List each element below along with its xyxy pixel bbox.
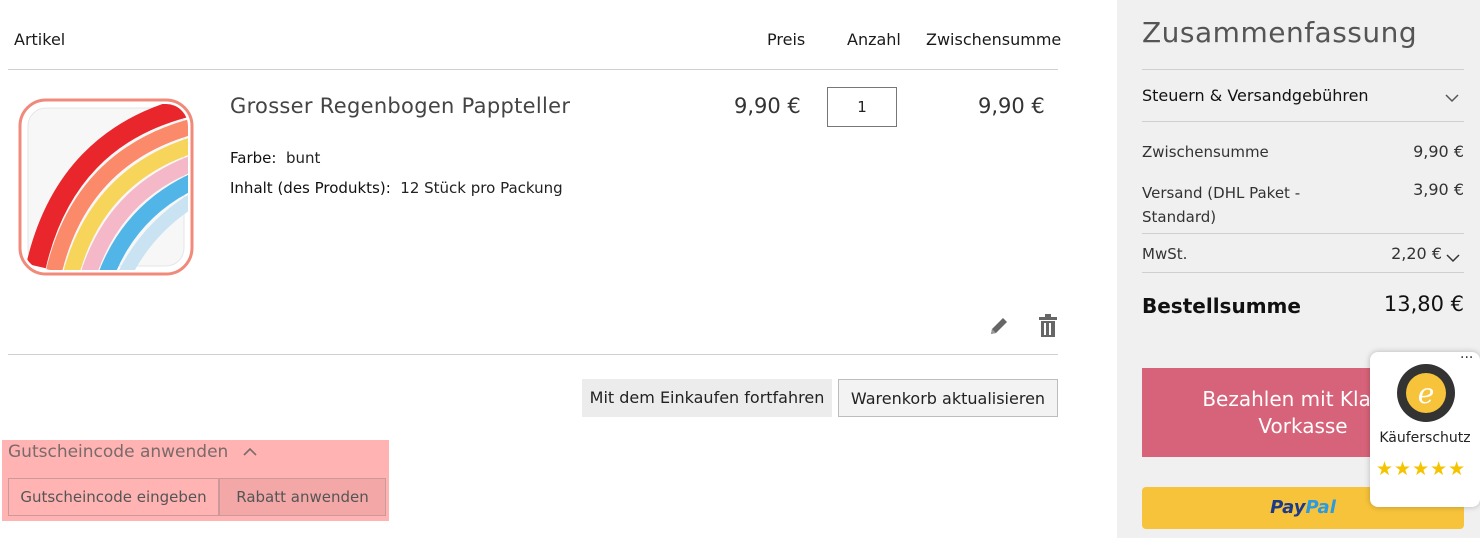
quantity-input[interactable]: 1 (827, 87, 897, 127)
update-cart-button[interactable]: Warenkorb aktualisieren (838, 379, 1058, 417)
chevron-down-icon[interactable] (1446, 248, 1460, 267)
more-icon[interactable]: ··· (1460, 350, 1473, 366)
product-option-content: Inhalt (des Produkts): 12 Stück pro Pack… (230, 179, 563, 197)
edit-icon[interactable] (988, 315, 1010, 341)
summary-subtotal-value: 9,90 € (1413, 142, 1464, 161)
apply-discount-button[interactable]: Rabatt anwenden (219, 478, 386, 516)
coupon-title: Gutscheincode anwenden (8, 442, 229, 462)
option-label: Inhalt (des Produkts): (230, 179, 391, 197)
chevron-up-icon (242, 442, 258, 462)
divider (8, 69, 1058, 70)
order-total-label: Bestellsumme (1142, 294, 1301, 318)
shipping-label-line: Versand (DHL Paket - (1142, 184, 1301, 202)
coupon-toggle[interactable]: Gutscheincode anwenden (8, 442, 258, 462)
divider (1142, 69, 1464, 70)
divider (1142, 272, 1464, 273)
summary-vat-value: 2,20 € (1391, 244, 1442, 263)
product-name[interactable]: Grosser Regenbogen Pappteller (230, 94, 570, 118)
summary-shipping-value: 3,90 € (1413, 180, 1464, 199)
product-option-color: Farbe: bunt (230, 149, 320, 167)
continue-shopping-button[interactable]: Mit dem Einkaufen fortfahren (582, 379, 832, 417)
option-label: Farbe: (230, 149, 277, 167)
item-price: 9,90 € (734, 94, 801, 118)
shipping-label-line: Standard) (1142, 208, 1217, 226)
paypal-logo: PayPal (1270, 497, 1336, 518)
summary-subtotal-label: Zwischensumme (1142, 143, 1269, 161)
chevron-down-icon[interactable] (1444, 88, 1460, 107)
col-header-subtotal: Zwischensumme (926, 30, 1062, 49)
coupon-code-input[interactable]: Gutscheincode eingeben (8, 478, 219, 516)
divider (1142, 121, 1464, 122)
col-header-qty: Anzahl (847, 30, 901, 49)
rating-stars: ★★★★★ (1376, 458, 1467, 480)
buyer-protection-label: Käuferschutz (1379, 430, 1471, 446)
summary-vat-label: MwSt. (1142, 245, 1188, 263)
divider (1142, 233, 1464, 234)
option-value: 12 Stück pro Packung (400, 179, 563, 197)
col-header-item: Artikel (14, 30, 66, 49)
option-value: bunt (285, 149, 321, 167)
summary-shipping-label: Versand (DHL Paket - Standard) (1142, 181, 1300, 229)
trusted-shops-seal-icon: e (1396, 362, 1456, 428)
taxes-shipping-toggle[interactable]: Steuern & Versandgebühren (1142, 86, 1369, 105)
trash-icon[interactable] (1037, 314, 1059, 342)
svg-text:e: e (1418, 377, 1435, 410)
col-header-price: Preis (767, 30, 806, 49)
summary-title: Zusammenfassung (1142, 16, 1418, 49)
divider (8, 354, 1058, 355)
item-subtotal: 9,90 € (978, 94, 1045, 118)
order-total-value: 13,80 € (1383, 292, 1464, 316)
product-image[interactable] (16, 96, 196, 282)
